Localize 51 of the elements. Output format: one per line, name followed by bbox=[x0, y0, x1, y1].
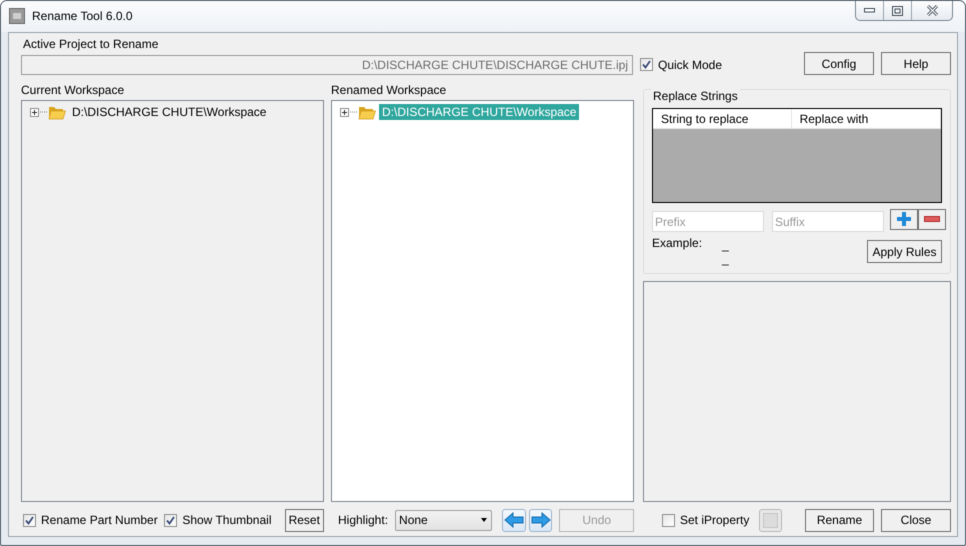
window-title: Rename Tool 6.0.0 bbox=[32, 9, 133, 23]
remove-button[interactable] bbox=[918, 208, 946, 230]
plus-icon bbox=[897, 212, 911, 226]
right-arrow-icon bbox=[530, 512, 551, 528]
app-icon bbox=[9, 8, 25, 24]
minimize-icon bbox=[864, 8, 875, 13]
highlight-dropdown[interactable]: None bbox=[395, 510, 492, 530]
tree-item[interactable]: D:\DISCHARGE CHUTE\Workspace bbox=[69, 104, 270, 120]
folder-icon bbox=[48, 104, 66, 120]
close-icon bbox=[926, 5, 938, 16]
checkbox-label: Rename Part Number bbox=[41, 513, 158, 527]
add-button[interactable] bbox=[890, 208, 918, 230]
group-title: Replace Strings bbox=[651, 89, 740, 103]
maximize-icon bbox=[892, 6, 903, 16]
column-header[interactable]: String to replace bbox=[653, 109, 792, 128]
checkbox[interactable] bbox=[640, 58, 653, 71]
tree-line bbox=[349, 111, 358, 113]
checkbox-label: Quick Mode bbox=[658, 58, 722, 72]
checkbox-label: Set iProperty bbox=[680, 513, 750, 527]
checkbox[interactable] bbox=[164, 514, 178, 526]
rename-button[interactable]: Rename bbox=[805, 508, 874, 532]
prefix-field[interactable]: Prefix bbox=[652, 211, 764, 232]
example-label: Example: bbox=[652, 236, 702, 252]
suffix-field[interactable]: Suffix bbox=[772, 211, 884, 232]
close-dialog-button[interactable]: Close bbox=[881, 508, 951, 532]
tree-line bbox=[39, 111, 48, 113]
checkbox-label: Show Thumbnail bbox=[182, 513, 272, 527]
project-path-field[interactable]: D:\DISCHARGE CHUTE\DISCHARGE CHUTE.ipj bbox=[21, 54, 633, 74]
reset-button[interactable]: Reset bbox=[284, 508, 324, 532]
thumbnail-button[interactable] bbox=[759, 508, 782, 532]
highlight-label: Highlight: bbox=[338, 513, 388, 527]
left-arrow-icon bbox=[504, 512, 524, 528]
help-button[interactable]: Help bbox=[881, 52, 951, 75]
panel-label: Renamed Workspace bbox=[331, 83, 448, 97]
expand-icon[interactable] bbox=[340, 108, 349, 116]
expand-icon[interactable] bbox=[30, 108, 39, 116]
folder-icon bbox=[358, 104, 376, 120]
square-icon bbox=[763, 512, 778, 528]
field-label: Active Project to Rename bbox=[23, 37, 160, 51]
checkbox[interactable] bbox=[662, 514, 675, 526]
example-text: _ bbox=[722, 238, 729, 252]
column-header[interactable]: Replace with bbox=[792, 109, 941, 128]
panel-label: Current Workspace bbox=[21, 83, 126, 97]
next-button[interactable] bbox=[528, 508, 552, 532]
minus-icon bbox=[924, 216, 940, 222]
previous-button[interactable] bbox=[502, 508, 526, 532]
config-button[interactable]: Config bbox=[804, 52, 874, 75]
checkbox[interactable] bbox=[23, 514, 36, 526]
replace-list[interactable]: String to replace Replace with bbox=[652, 108, 942, 203]
example-text: _ bbox=[722, 252, 729, 266]
apply-rules-button[interactable]: Apply Rules bbox=[867, 240, 942, 263]
